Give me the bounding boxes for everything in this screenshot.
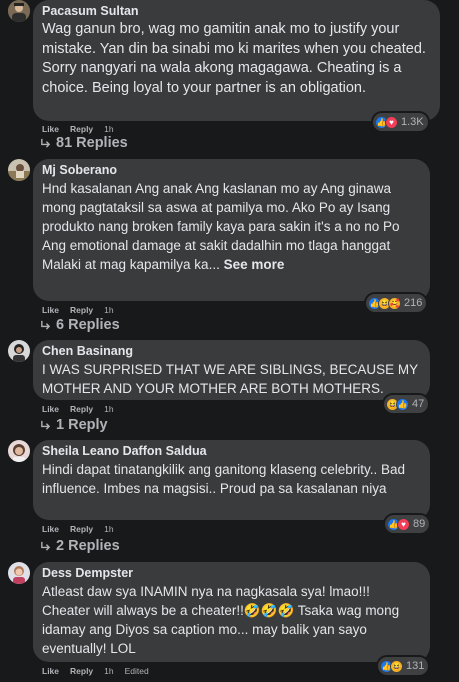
comment-text: I WAS SURPRISED THAT WE ARE SIBLINGS, BE… <box>42 362 422 396</box>
haha-icon: 😆 <box>390 659 403 673</box>
view-replies-button[interactable]: 6 Replies <box>40 317 120 333</box>
avatar[interactable] <box>8 159 30 181</box>
comment-text: Wag ganun bro, wag mo gamitin anak mo to… <box>42 21 430 96</box>
reply-button[interactable]: Reply <box>70 524 93 534</box>
reaction-summary[interactable]: 👍 😆 131 <box>378 657 429 675</box>
replies-label: 1 Reply <box>56 417 108 433</box>
replies-label: 81 Replies <box>56 135 128 151</box>
comment-bubble: Sheila Leano Daffon Saldua Hindi dapat t… <box>33 440 430 520</box>
replies-label: 6 Replies <box>56 317 120 333</box>
reply-button[interactable]: Reply <box>70 124 93 134</box>
love-icon: ♥ <box>397 517 410 531</box>
reaction-summary[interactable]: 👍 ♥ 1.3K <box>373 113 428 131</box>
like-button[interactable]: Like <box>42 524 59 534</box>
reaction-summary[interactable]: 😆 👍 47 <box>384 395 429 413</box>
replies-label: 2 Replies <box>56 538 120 554</box>
reply-arrow-icon <box>41 138 51 148</box>
love-icon: ♥ <box>385 115 398 129</box>
comment-bubble: Pacasum Sultan Wag ganun bro, wag mo gam… <box>33 0 440 121</box>
view-replies-button[interactable]: 81 Replies <box>40 135 128 151</box>
reaction-summary[interactable]: 👍 😆 🥰 216 <box>366 294 427 312</box>
view-replies-button[interactable]: 1 Reply <box>40 417 108 433</box>
reaction-count: 216 <box>404 297 423 309</box>
see-more-link[interactable]: See more <box>224 257 285 272</box>
avatar[interactable] <box>8 340 30 362</box>
avatar[interactable] <box>8 440 30 462</box>
comment-text: Atleast daw sya INAMIN nya na nagkasala … <box>42 584 403 656</box>
comment-actions: Like Reply 1h Edited <box>42 666 149 676</box>
reply-arrow-icon <box>41 320 51 330</box>
care-icon: 🥰 <box>388 296 401 310</box>
reaction-count: 131 <box>406 660 425 672</box>
reply-arrow-icon <box>41 541 51 551</box>
like-button[interactable]: Like <box>42 404 59 414</box>
comment-actions: Like Reply 1h <box>42 404 114 414</box>
comment-bubble: Mj Soberano Hnd kasalanan Ang anak Ang k… <box>33 159 430 301</box>
timestamp[interactable]: 1h <box>104 404 113 414</box>
reply-button[interactable]: Reply <box>70 666 93 676</box>
comment-author[interactable]: Mj Soberano <box>42 163 421 178</box>
comment-actions: Like Reply 1h <box>42 124 114 134</box>
timestamp[interactable]: 1h <box>104 666 113 676</box>
edited-label: Edited <box>124 666 149 676</box>
reply-arrow-icon <box>41 420 51 430</box>
comment-text: Hindi dapat tinatangkilik ang ganitong k… <box>42 462 409 496</box>
comment-actions: Like Reply 1h <box>42 524 114 534</box>
timestamp[interactable]: 1h <box>104 124 113 134</box>
like-icon: 👍 <box>396 397 409 411</box>
avatar[interactable] <box>8 0 30 22</box>
avatar[interactable] <box>8 562 30 584</box>
comment-author[interactable]: Pacasum Sultan <box>42 4 431 19</box>
view-replies-button[interactable]: 2 Replies <box>40 538 120 554</box>
comment-bubble: Dess Dempster Atleast daw sya INAMIN nya… <box>33 562 430 662</box>
comment-text: Hnd kasalanan Ang anak Ang kaslanan mo a… <box>42 181 403 272</box>
reply-button[interactable]: Reply <box>70 404 93 414</box>
timestamp[interactable]: 1h <box>104 524 113 534</box>
reaction-count: 1.3K <box>401 116 424 128</box>
reaction-count: 89 <box>413 518 426 530</box>
comment-bubble: Chen Basinang I WAS SURPRISED THAT WE AR… <box>33 340 430 400</box>
reaction-count: 47 <box>412 398 425 410</box>
reply-button[interactable]: Reply <box>70 305 93 315</box>
comment-author[interactable]: Chen Basinang <box>42 344 421 359</box>
comment-actions: Like Reply 1h <box>42 305 114 315</box>
like-button[interactable]: Like <box>42 305 59 315</box>
comment-author[interactable]: Sheila Leano Daffon Saldua <box>42 444 421 459</box>
reaction-summary[interactable]: 👍 ♥ 89 <box>385 515 430 533</box>
like-button[interactable]: Like <box>42 124 59 134</box>
timestamp[interactable]: 1h <box>104 305 113 315</box>
comment-author[interactable]: Dess Dempster <box>42 566 421 581</box>
like-button[interactable]: Like <box>42 666 59 676</box>
